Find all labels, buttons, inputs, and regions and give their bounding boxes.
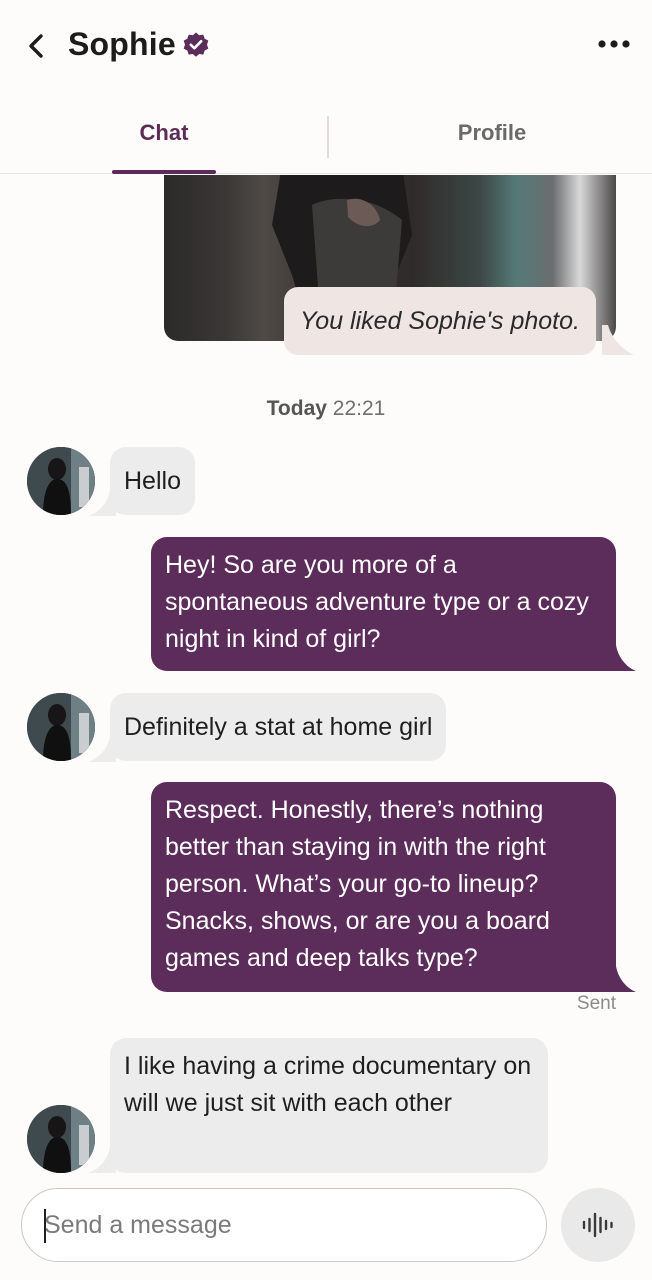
voice-waveform-icon (582, 1212, 613, 1238)
active-tab-indicator (112, 170, 216, 174)
avatar-photo (27, 447, 95, 515)
message-input[interactable] (44, 1189, 524, 1261)
message-status: Sent (576, 993, 616, 1014)
chat-header: Sophie (0, 0, 652, 92)
match-name: Sophie (68, 26, 176, 62)
avatar[interactable] (27, 693, 95, 761)
outgoing-message[interactable]: Respect. Honestly, there’s nothing bette… (151, 782, 616, 992)
tab-bar: Chat Profile (0, 92, 652, 174)
incoming-message[interactable]: Definitely a stat at home girl (110, 693, 447, 761)
tab-profile[interactable]: Profile (440, 92, 544, 174)
message-text: Hey! So are you more of a spontaneous ad… (165, 551, 589, 653)
voice-message-button[interactable] (561, 1188, 635, 1262)
chevron-left-icon (29, 34, 43, 58)
tab-divider (327, 116, 329, 158)
message-text: Definitely a stat at home girl (124, 712, 433, 741)
more-horizontal-icon (598, 40, 630, 48)
tab-chat[interactable]: Chat (112, 92, 216, 174)
message-composer (0, 1180, 652, 1280)
avatar-photo (27, 1105, 95, 1173)
tab-profile-label: Profile (457, 120, 527, 145)
avatar[interactable] (27, 447, 95, 515)
tab-chat-label: Chat (139, 120, 189, 145)
message-text: Respect. Honestly, there’s nothing bette… (165, 796, 550, 972)
message-text: Hello (124, 466, 181, 495)
incoming-message[interactable]: Hello (110, 447, 195, 515)
message-input-field[interactable] (21, 1188, 547, 1262)
avatar-photo (27, 693, 95, 761)
bubble-tail (610, 966, 636, 992)
avatar[interactable] (27, 1105, 95, 1173)
text-cursor (44, 1209, 46, 1243)
bubble-tail (610, 645, 636, 671)
more-options-button[interactable] (594, 30, 634, 58)
incoming-message[interactable]: I like having a crime documentary on wil… (110, 1038, 548, 1173)
match-title[interactable]: Sophie (68, 26, 210, 63)
bubble-tail (602, 325, 634, 355)
message-text: I like having a crime documentary on wil… (124, 1052, 532, 1117)
date-separator-time: 22:21 (332, 397, 386, 420)
outgoing-message[interactable]: Hey! So are you more of a spontaneous ad… (151, 537, 616, 671)
date-separator-day: Today (266, 397, 327, 420)
back-button[interactable] (20, 28, 52, 64)
date-separator: Today 22:21 (0, 397, 652, 421)
chat-thread[interactable]: You liked Sophie's photo. Today 22:21 He… (0, 175, 652, 1180)
liked-photo-notice: You liked Sophie's photo. (284, 287, 596, 355)
verified-badge-icon (182, 31, 210, 59)
